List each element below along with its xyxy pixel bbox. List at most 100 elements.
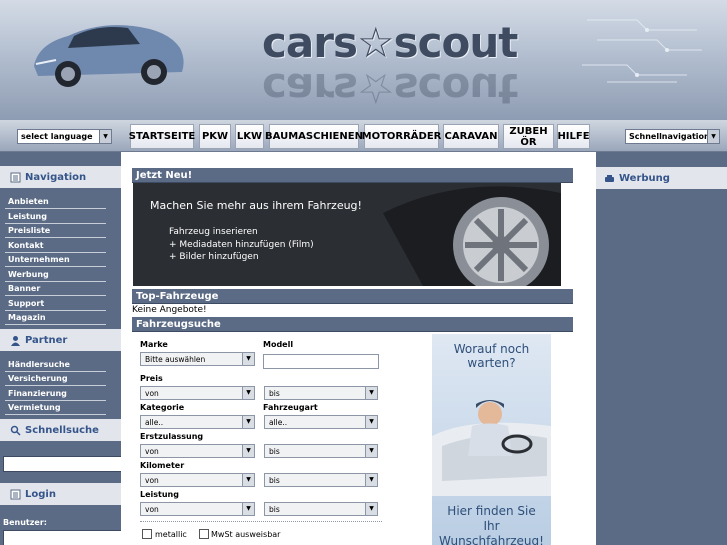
partner-title: Partner	[25, 334, 68, 346]
erstzulassung-bis-value: bis	[269, 447, 280, 456]
erstzulassung-von-value: von	[145, 447, 159, 456]
site-logo-reflection: cars☆scout	[262, 64, 518, 113]
quicksearch-input[interactable]	[3, 456, 131, 472]
username-label: Benutzer:	[3, 518, 47, 527]
login-heading: Login	[0, 483, 121, 507]
site-logo[interactable]: cars☆scout	[262, 18, 518, 67]
nav-lkw[interactable]: LKW	[235, 124, 264, 149]
marke-label: Marke	[140, 340, 168, 349]
kilometer-label: Kilometer	[140, 461, 185, 470]
chevron-down-icon: ▼	[365, 445, 377, 457]
nav-hilfe[interactable]: HILFE	[557, 124, 590, 149]
nav-pkw[interactable]: PKW	[199, 124, 231, 149]
marke-select-value: Bitte auswählen	[145, 355, 206, 364]
modell-label: Modell	[263, 340, 294, 349]
ad-bottom-line-1: Hier finden Sie	[447, 504, 536, 518]
sidebar-item-unternehmen[interactable]: Unternehmen	[5, 253, 106, 267]
quick-navigation-select[interactable]: Schnellnavigation ▼	[625, 129, 720, 144]
chevron-down-icon: ▼	[365, 416, 377, 428]
chevron-down-icon: ▼	[242, 387, 254, 399]
sidebar-item-kontakt[interactable]: Kontakt	[5, 239, 106, 253]
leistung-bis-select[interactable]: bis ▼	[264, 502, 378, 516]
fahrzeugart-select[interactable]: alle.. ▼	[264, 415, 378, 429]
sidebar-item-preisliste[interactable]: Preisliste	[5, 224, 106, 238]
search-icon	[10, 425, 21, 436]
kategorie-value: alle..	[145, 418, 164, 427]
sidebar-item-werbung[interactable]: Werbung	[5, 268, 106, 282]
sidebar-item-vermietung[interactable]: Vermietung	[5, 401, 106, 415]
vehicle-search-bar: Fahrzeugsuche	[132, 317, 573, 332]
preis-bis-select[interactable]: bis ▼	[264, 386, 378, 400]
sidebar-item-haendlersuche[interactable]: Händlersuche	[5, 358, 106, 372]
modell-input[interactable]	[263, 354, 379, 369]
kilometer-bis-select[interactable]: bis ▼	[264, 473, 378, 487]
fahrzeugart-value: alle..	[269, 418, 288, 427]
chevron-down-icon: ▼	[242, 474, 254, 486]
ad-bottom-text: Hier finden Sie Ihr Wunschfahrzeug!	[432, 504, 551, 545]
preis-von-value: von	[145, 389, 159, 398]
sidebar-item-anbieten[interactable]: Anbieten	[5, 195, 106, 209]
sidebar-item-versicherung[interactable]: Versicherung	[5, 372, 106, 386]
leistung-bis-value: bis	[269, 505, 280, 514]
quicksearch-heading: Schnellsuche	[0, 419, 121, 443]
navigation-heading: Navigation	[0, 166, 121, 190]
preis-bis-value: bis	[269, 389, 280, 398]
chevron-down-icon: ▼	[707, 130, 719, 143]
chevron-down-icon: ▼	[365, 474, 377, 486]
sidebar-item-support[interactable]: Support	[5, 297, 106, 311]
werbung-title: Werbung	[619, 172, 670, 184]
chevron-down-icon: ▼	[365, 503, 377, 515]
kilometer-von-select[interactable]: von ▼	[140, 473, 255, 487]
metallic-checkbox[interactable]	[142, 529, 152, 539]
promo-banner[interactable]: Machen Sie mehr aus ihrem Fahrzeug! Fahr…	[133, 183, 561, 286]
nav-caravan[interactable]: CARAVAN	[443, 124, 499, 149]
metallic-label: metallic	[155, 530, 187, 539]
mwst-checkbox[interactable]	[199, 529, 209, 539]
login-title: Login	[25, 488, 56, 500]
erstzulassung-von-select[interactable]: von ▼	[140, 444, 255, 458]
leistung-von-select[interactable]: von ▼	[140, 502, 255, 516]
chevron-down-icon: ▼	[242, 503, 254, 515]
wheel-image	[383, 186, 561, 286]
leistung-label: Leistung	[140, 490, 179, 499]
username-input[interactable]	[3, 530, 131, 545]
car-image	[34, 25, 184, 87]
sidebar-item-leistung[interactable]: Leistung	[5, 210, 106, 224]
kilometer-bis-value: bis	[269, 476, 280, 485]
document-icon	[10, 172, 21, 182]
banner-line-1: Fahrzeug inserieren	[169, 227, 258, 237]
nav-startseite[interactable]: STARTSEITE	[129, 124, 195, 149]
partner-heading: Partner	[0, 329, 121, 353]
banner-line-2: + Mediadaten hinzufügen (Film)	[169, 240, 314, 250]
preis-von-select[interactable]: von ▼	[140, 386, 255, 400]
user-icon	[11, 335, 20, 346]
preis-label: Preis	[140, 374, 163, 383]
driver-image	[432, 400, 551, 496]
top-vehicles-bar: Top-Fahrzeuge	[132, 289, 573, 304]
right-sidebar	[596, 152, 727, 545]
chevron-down-icon: ▼	[242, 445, 254, 457]
no-offers-text: Keine Angebote!	[132, 305, 207, 315]
kilometer-von-value: von	[145, 476, 159, 485]
sidebar-item-magazin[interactable]: Magazin	[5, 311, 106, 325]
kategorie-label: Kategorie	[140, 403, 185, 412]
erstzulassung-label: Erstzulassung	[140, 432, 204, 441]
erstzulassung-bis-select[interactable]: bis ▼	[264, 444, 378, 458]
kategorie-select[interactable]: alle.. ▼	[140, 415, 255, 429]
sidebar-item-banner[interactable]: Banner	[5, 282, 106, 296]
banner-line-3: + Bilder hinzufügen	[169, 252, 259, 262]
language-select[interactable]: select language ▼	[17, 129, 112, 144]
sidebar-item-finanzierung[interactable]: Finanzierung	[5, 387, 106, 401]
banner-headline: Machen Sie mehr aus ihrem Fahrzeug!	[150, 199, 362, 212]
ad-banner[interactable]: Worauf noch warten? Hier finden Sie Ihr …	[432, 334, 551, 545]
leistung-von-value: von	[145, 505, 159, 514]
nav-motorraeder[interactable]: MOTORRÄDER	[362, 124, 441, 149]
language-select-value: select language	[21, 132, 93, 141]
navigation-title: Navigation	[25, 171, 87, 183]
chevron-down-icon: ▼	[99, 130, 111, 143]
news-bar: Jetzt Neu!	[132, 168, 573, 183]
nav-baumaschienen[interactable]: BAUMASCHIENEN	[265, 124, 363, 149]
document-icon	[10, 489, 21, 499]
marke-select[interactable]: Bitte auswählen ▼	[140, 352, 255, 366]
nav-zubehoer[interactable]: ZUBEHÖR	[503, 124, 554, 149]
